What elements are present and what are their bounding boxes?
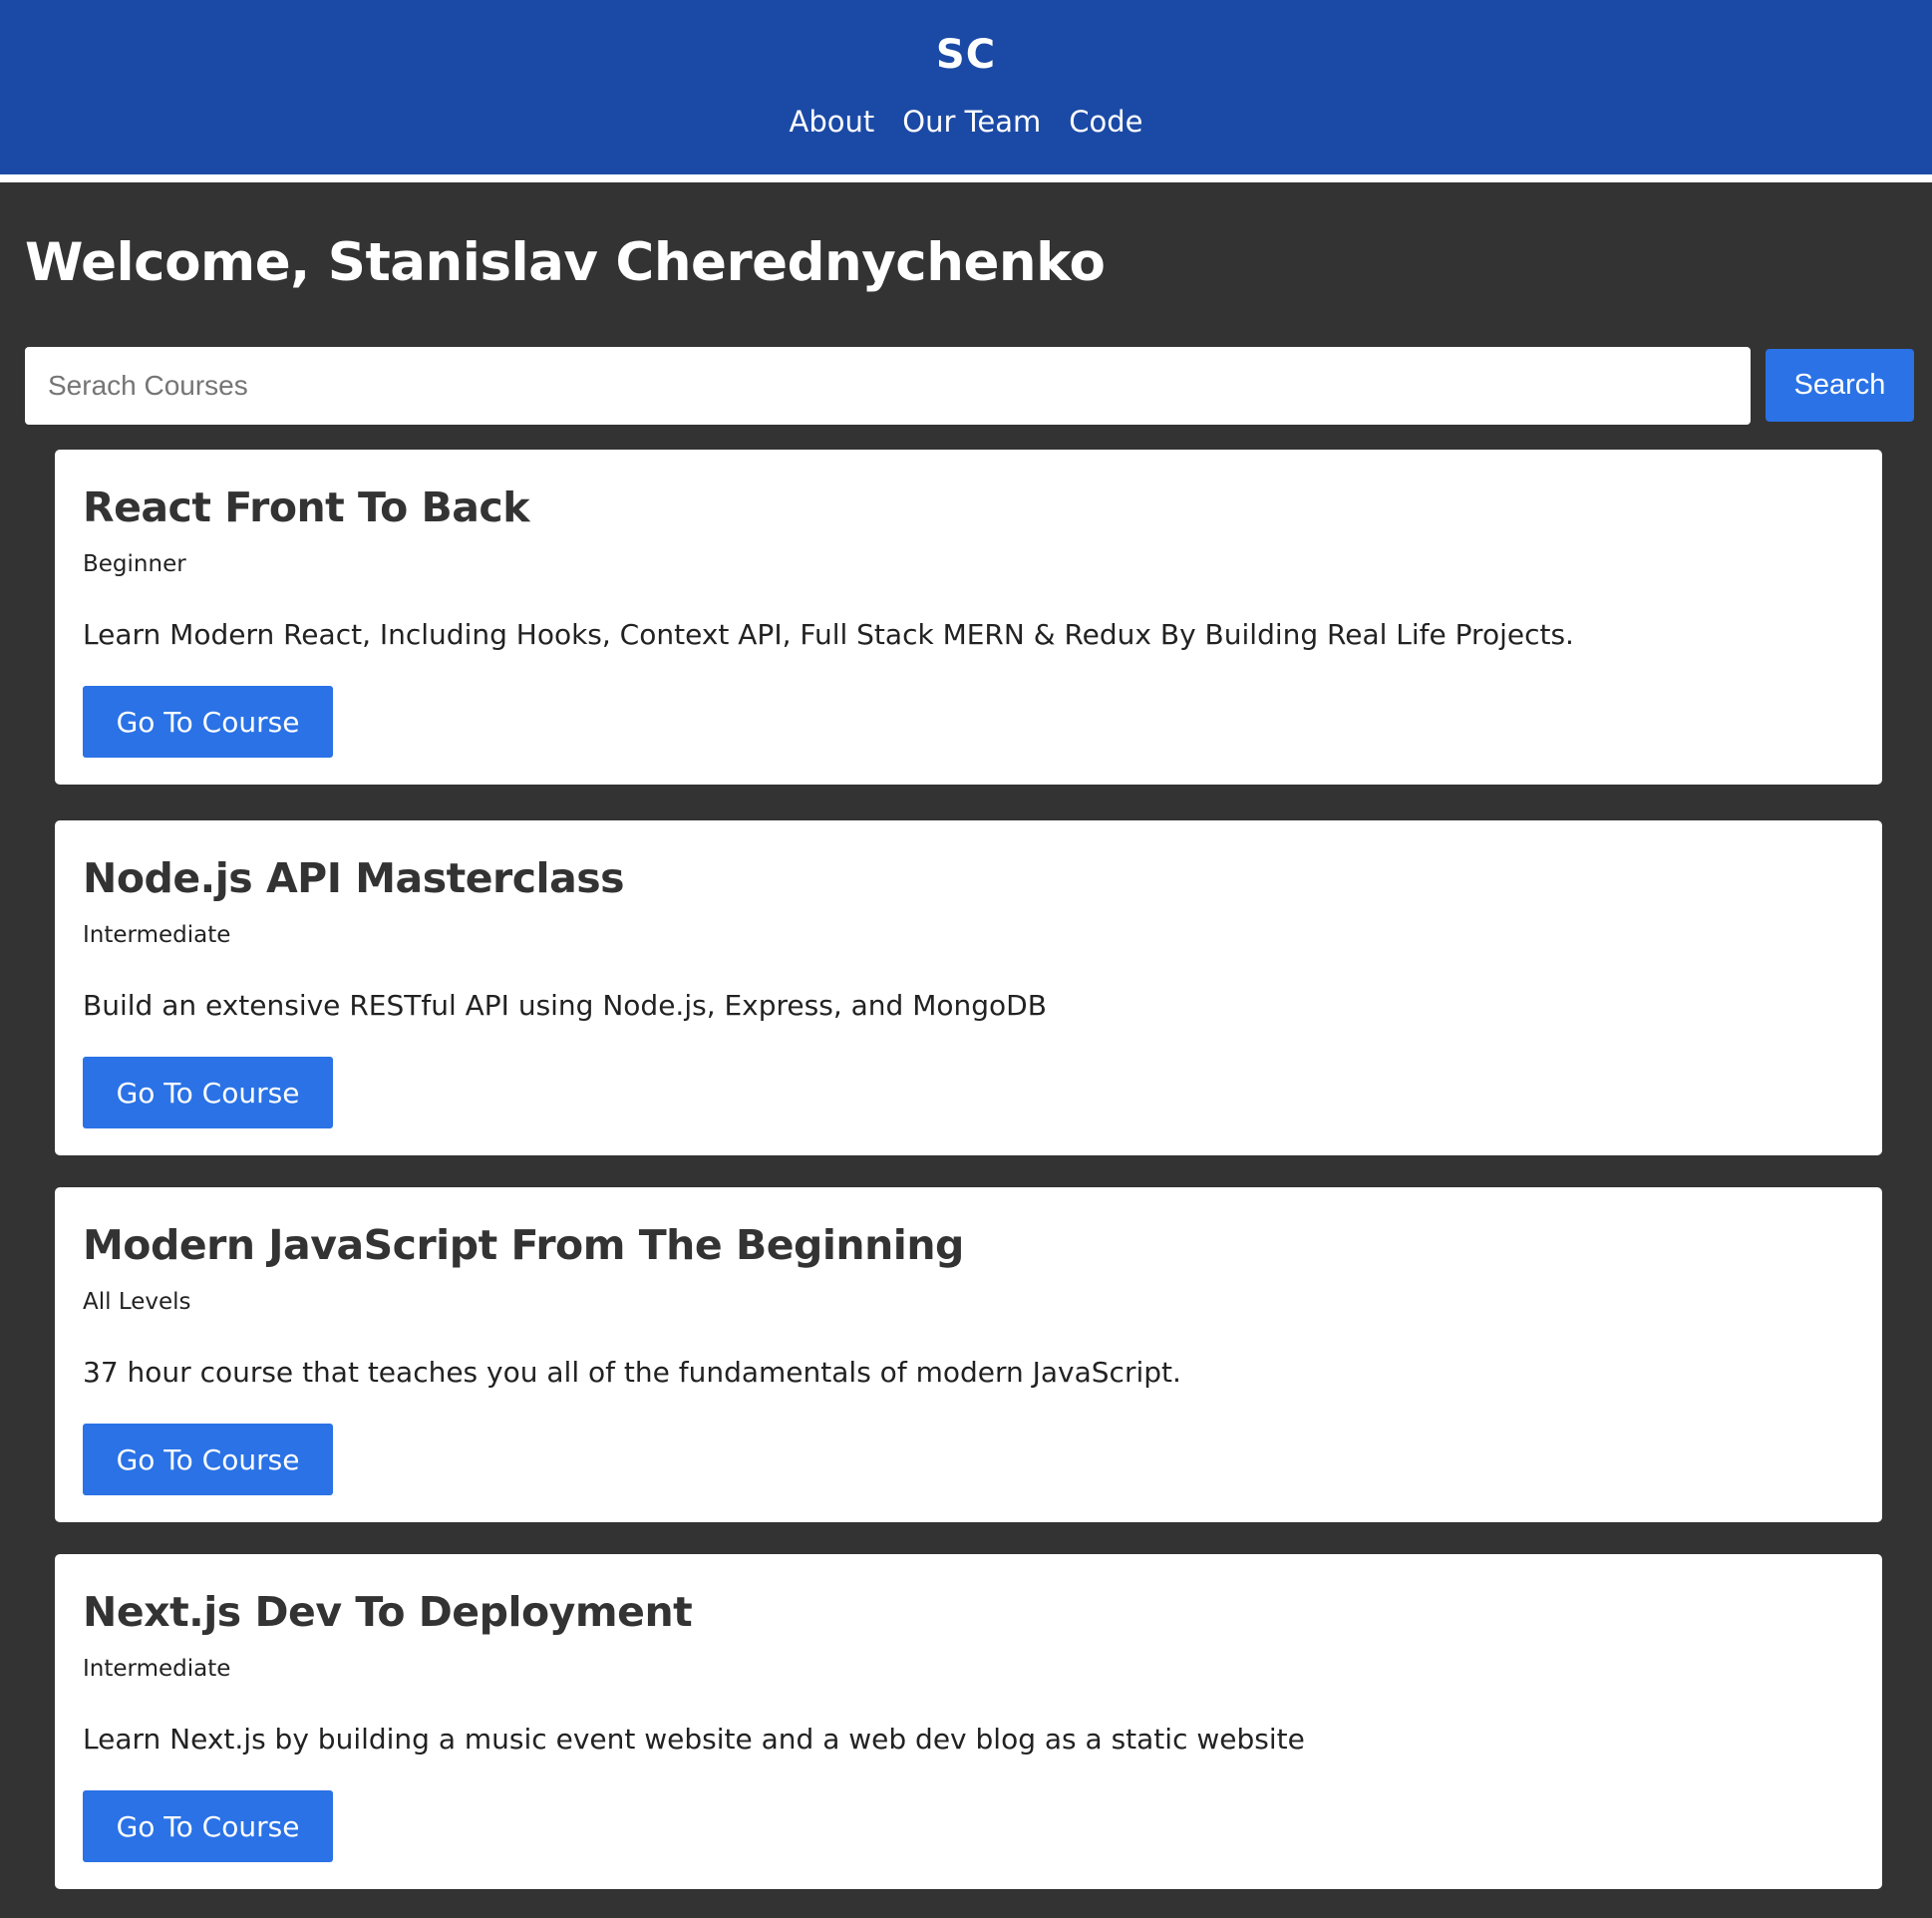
course-card: Node.js API Masterclass Intermediate Bui… — [55, 820, 1882, 1155]
main-nav: About Our Team Code — [0, 100, 1932, 144]
site-logo[interactable]: SC — [0, 26, 1932, 84]
course-description: 37 hour course that teaches you all of t… — [83, 1356, 1181, 1389]
course-card: Next.js Dev To Deployment Intermediate L… — [55, 1554, 1882, 1889]
course-level: Intermediate — [83, 922, 231, 948]
nav-link-our-team[interactable]: Our Team — [888, 100, 1055, 144]
go-to-course-button[interactable]: Go To Course — [83, 686, 333, 758]
course-description: Learn Next.js by building a music event … — [83, 1723, 1305, 1756]
course-description: Learn Modern React, Including Hooks, Con… — [83, 618, 1574, 651]
course-title: Modern JavaScript From The Beginning — [83, 1221, 964, 1269]
course-title: React Front To Back — [83, 483, 530, 531]
header-divider — [0, 174, 1932, 182]
search-button[interactable]: Search — [1766, 349, 1914, 422]
course-description: Build an extensive RESTful API using Nod… — [83, 989, 1047, 1022]
go-to-course-button[interactable]: Go To Course — [83, 1424, 333, 1495]
search-input[interactable] — [25, 347, 1751, 425]
course-card: React Front To Back Beginner Learn Moder… — [55, 450, 1882, 785]
go-to-course-button[interactable]: Go To Course — [83, 1790, 333, 1862]
site-header: SC About Our Team Code — [0, 0, 1932, 174]
nav-link-code[interactable]: Code — [1055, 100, 1156, 144]
course-title: Node.js API Masterclass — [83, 854, 625, 902]
course-level: All Levels — [83, 1289, 191, 1315]
nav-link-about[interactable]: About — [776, 100, 889, 144]
course-level: Beginner — [83, 551, 186, 577]
course-card: Modern JavaScript From The Beginning All… — [55, 1187, 1882, 1522]
go-to-course-button[interactable]: Go To Course — [83, 1057, 333, 1128]
course-title: Next.js Dev To Deployment — [83, 1588, 693, 1636]
page-title: Welcome, Stanislav Cherednychenko — [25, 232, 1106, 293]
course-level: Intermediate — [83, 1656, 231, 1682]
